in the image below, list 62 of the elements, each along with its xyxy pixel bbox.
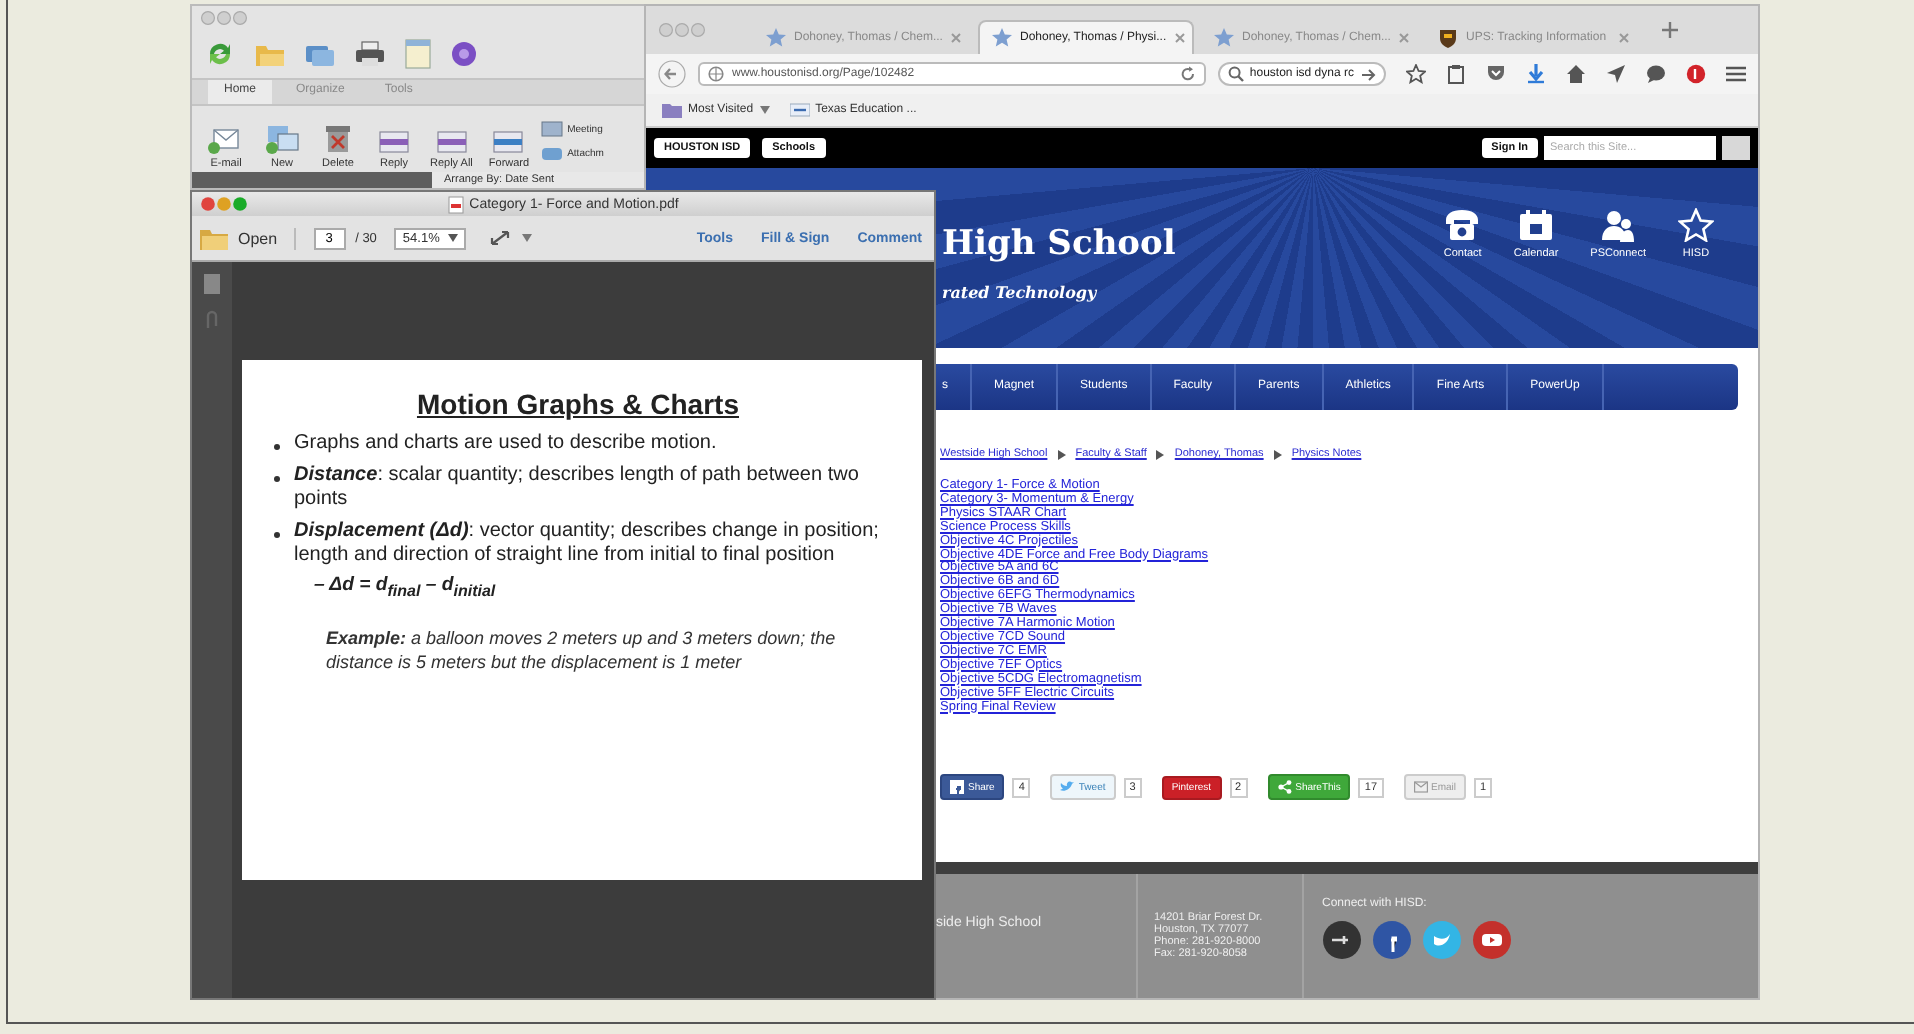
back-icon[interactable] bbox=[658, 60, 686, 88]
breadcrumb-arrow-icon bbox=[1057, 449, 1066, 459]
pdf-file-icon bbox=[447, 195, 464, 213]
pin-icon[interactable] bbox=[1686, 64, 1706, 84]
youtube-icon[interactable] bbox=[1472, 920, 1512, 960]
plus-icon[interactable] bbox=[1662, 22, 1678, 38]
printer-icon[interactable] bbox=[354, 40, 386, 68]
star-icon bbox=[766, 27, 786, 47]
school-tagline: rated Technology bbox=[942, 282, 1099, 302]
folder-icon bbox=[200, 227, 228, 249]
bird-icon bbox=[1060, 780, 1075, 795]
star-icon bbox=[1214, 27, 1234, 47]
clipboard-icon[interactable] bbox=[1446, 64, 1466, 84]
window-controls-icon[interactable] bbox=[200, 196, 248, 212]
close-icon[interactable] bbox=[1174, 32, 1187, 44]
chat-icon[interactable] bbox=[1646, 64, 1666, 84]
star-icon[interactable] bbox=[1406, 64, 1426, 84]
home-icon[interactable] bbox=[1566, 64, 1586, 84]
circle-icon[interactable] bbox=[450, 40, 478, 68]
sync-icon[interactable] bbox=[204, 38, 236, 70]
send-icon[interactable] bbox=[1606, 64, 1626, 84]
google-plus-icon[interactable] bbox=[1322, 920, 1362, 960]
people-icon bbox=[1600, 208, 1637, 242]
bullet-icon bbox=[274, 531, 280, 537]
slide-title: Motion Graphs & Charts bbox=[414, 388, 741, 420]
folders-icon[interactable] bbox=[304, 40, 336, 68]
folder-icon bbox=[662, 102, 682, 118]
expand-icon[interactable] bbox=[487, 228, 512, 248]
bullet-icon bbox=[274, 444, 280, 450]
window-controls-icon[interactable] bbox=[200, 10, 248, 26]
caret-icon bbox=[447, 234, 458, 242]
menu-icon[interactable] bbox=[1726, 64, 1746, 84]
breadcrumb-arrow-icon bbox=[1156, 449, 1165, 459]
school-name: High School bbox=[942, 224, 1176, 264]
caret-icon[interactable] bbox=[521, 234, 532, 242]
open-button[interactable]: Open bbox=[200, 227, 296, 249]
formula: – Δd = d$_{final}$ – d$_{initial}$ bbox=[314, 573, 498, 599]
breadcrumb-arrow-icon bbox=[1273, 449, 1282, 459]
bullet-text: Distance: scalar quantity; describes length of path between two points bbox=[294, 463, 861, 513]
reload-icon[interactable] bbox=[1179, 66, 1196, 82]
bullet-icon bbox=[274, 475, 280, 481]
site-icon bbox=[789, 102, 810, 118]
notepad-icon[interactable] bbox=[404, 38, 432, 70]
caret-icon bbox=[759, 106, 770, 114]
share-icon bbox=[1277, 780, 1292, 795]
new-items-icon bbox=[262, 122, 302, 154]
bullet-text: Graphs and charts are used to describe motion. bbox=[294, 432, 717, 457]
pocket-icon[interactable] bbox=[1486, 64, 1506, 84]
close-icon[interactable] bbox=[1398, 31, 1411, 43]
bullet-text: Displacement (Δd): vector quantity; describes change in position; length and direction of straight line from initial to final position bbox=[294, 519, 881, 569]
download-icon[interactable] bbox=[1526, 64, 1546, 84]
close-icon[interactable] bbox=[1618, 31, 1630, 43]
twitter-icon[interactable] bbox=[1422, 920, 1462, 960]
phone-icon bbox=[1444, 208, 1481, 242]
close-icon[interactable] bbox=[950, 31, 963, 43]
search-icon bbox=[1227, 66, 1244, 82]
shield-icon bbox=[1438, 27, 1458, 47]
star-icon bbox=[992, 28, 1012, 48]
star-icon bbox=[1678, 208, 1714, 242]
globe-icon bbox=[708, 66, 724, 82]
example-text: Example: a balloon moves 2 meters up and 3 meters down; the distance is 5 meters but the displacement is 1 meter bbox=[326, 626, 838, 675]
go-arrow-icon[interactable] bbox=[1362, 67, 1376, 81]
